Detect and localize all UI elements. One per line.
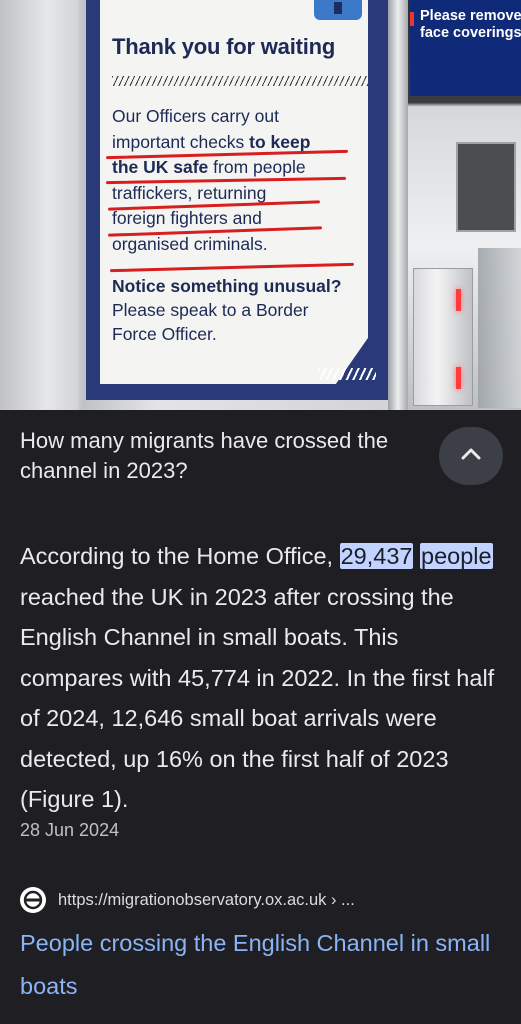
source-row[interactable]: https://migrationobservatory.ox.ac.uk › … [20, 886, 355, 914]
collapse-button[interactable] [439, 427, 503, 485]
pillar [0, 0, 78, 410]
highlighted-answer: 29,437 [339, 543, 414, 569]
question-heading[interactable]: How many migrants have crossed the chann… [20, 426, 440, 486]
overhead-sign-text: Please remove face coverings [420, 8, 521, 41]
e-gate [413, 268, 473, 406]
site-favicon-icon [20, 887, 46, 913]
poster-badge [314, 0, 362, 20]
wall-screen [456, 142, 516, 232]
gate-light [456, 367, 461, 389]
answer-text: According to the Home Office, 29,437 peo… [20, 543, 495, 812]
gate-light [456, 289, 461, 311]
result-link[interactable]: People crossing the English Channel in s… [20, 922, 500, 1008]
e-gate [478, 248, 521, 408]
poster-notice: Notice something unusual? Please speak t… [112, 276, 342, 344]
result-date: 28 Jun 2024 [20, 820, 120, 840]
chevron-up-icon [460, 447, 482, 466]
poster-hatch-divider [112, 76, 368, 86]
attached-photo: Thank you for waiting Our Officers carry… [0, 0, 521, 410]
poster-stripes [318, 368, 376, 380]
glass-divider [388, 0, 408, 410]
source-url[interactable]: https://migrationobservatory.ox.ac.uk › … [58, 891, 355, 910]
highlighted-answer: people [420, 543, 493, 569]
poster-title: Thank you for waiting [112, 34, 336, 59]
